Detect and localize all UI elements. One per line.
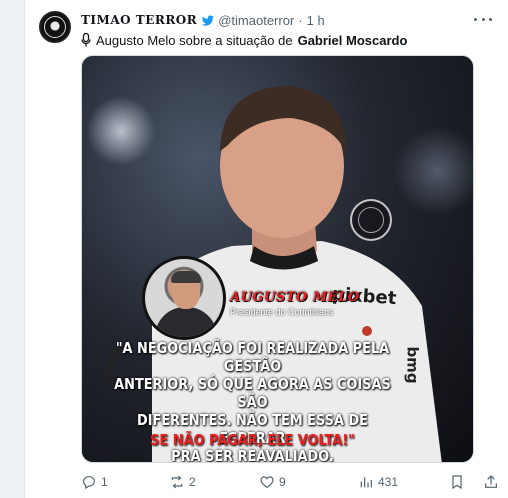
- tweet-card[interactable]: TIMAO TERROR @timaoterror · 1 h Augusto …: [24, 0, 508, 498]
- quote-highlight: SE NÃO PAGAR, ELE VOLTA!": [150, 431, 355, 449]
- speaker-role: Presidente do Corinthians: [230, 307, 334, 317]
- tweet-text: Augusto Melo sobre a situação de Gabriel…: [81, 31, 488, 49]
- views-icon: [360, 477, 372, 488]
- speaker-portrait: [142, 256, 226, 340]
- tweet-header: TIMAO TERROR @timaoterror · 1 h: [81, 11, 468, 29]
- mic-icon: [81, 33, 91, 47]
- repost-button[interactable]: 2: [169, 474, 196, 490]
- views-button[interactable]: 431: [358, 474, 398, 490]
- separator: ·: [298, 12, 303, 28]
- quote-line: "A NEGOCIAÇÃO FOI REALIZADA PELA GESTÃO: [115, 339, 390, 375]
- share-button[interactable]: [483, 474, 499, 490]
- more-icon[interactable]: [474, 12, 492, 26]
- quote-line: ANTERIOR, SÓ QUE AGORA AS COISAS SÃO: [114, 375, 391, 411]
- display-name[interactable]: TIMAO TERROR: [81, 13, 197, 27]
- repost-count: 2: [189, 475, 196, 489]
- like-icon: [260, 476, 274, 489]
- reply-icon: [83, 476, 95, 490]
- action-bar: 1 2 9 431: [81, 472, 508, 492]
- avatar-logo: [44, 16, 66, 38]
- like-button[interactable]: 9: [259, 474, 286, 490]
- like-count: 9: [279, 475, 286, 489]
- reply-count: 1: [101, 475, 108, 489]
- bookmark-icon: [452, 475, 462, 490]
- timestamp[interactable]: 1 h: [307, 13, 325, 28]
- speaker-name: AUGUSTO MELO: [230, 290, 360, 305]
- quote-line: PRA SER REAVALIADO.: [171, 447, 334, 463]
- avatar[interactable]: [39, 11, 71, 43]
- repost-icon: [171, 475, 183, 489]
- reply-button[interactable]: 1: [81, 474, 108, 490]
- tweet-text-bold: Gabriel Moscardo: [297, 32, 408, 48]
- bookmark-button[interactable]: [449, 474, 465, 490]
- views-count: 431: [378, 475, 399, 489]
- verified-icon: [202, 14, 214, 26]
- tweet-image[interactable]: pixbet bmg bmg AUGUSTO MELO Presidente d…: [81, 55, 474, 463]
- tweet-text-prefix: Augusto Melo sobre a situação de: [96, 32, 293, 48]
- handle[interactable]: @timaoterror: [218, 13, 294, 28]
- watermark-logo: [350, 199, 392, 241]
- sleeve-sponsor: bmg: [403, 346, 422, 384]
- share-icon: [485, 475, 497, 488]
